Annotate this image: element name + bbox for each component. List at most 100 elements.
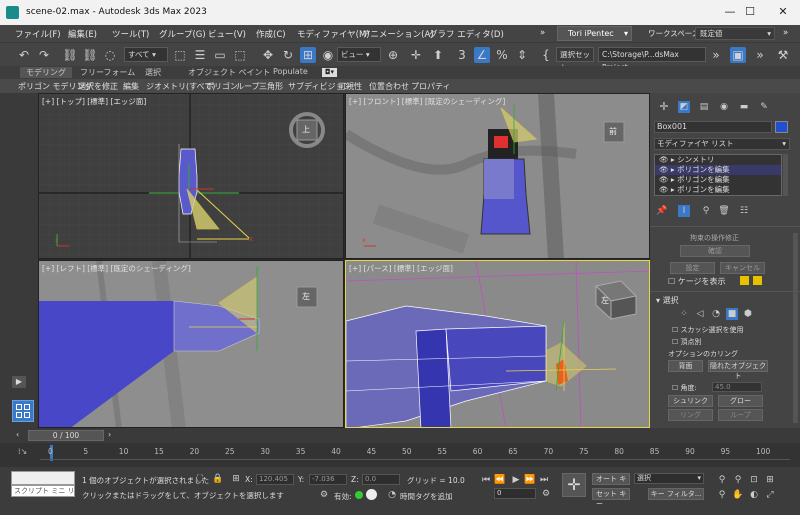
select-by-name-icon[interactable]: ☰ [192,47,208,63]
keyboard-shortcut-icon[interactable]: ⬆ [430,47,446,63]
viewport-top[interactable]: x x [+] [トップ] [標準] [エッジ面] 上 [38,93,344,259]
edit-named-selection-icon[interactable]: { [538,47,554,63]
shrink-button[interactable]: シュリンク [668,395,713,407]
save-icon[interactable]: ▣ [730,47,746,63]
user-account-dropdown[interactable]: Tori iPentec ▾ [557,26,632,41]
angle-input[interactable]: 45.0 [712,382,762,392]
viewcube-left-text[interactable]: 左 [302,291,310,302]
grow-button[interactable]: グロー [718,395,763,407]
wrench-icon[interactable]: ⚒ [775,47,791,63]
hidden-object-button[interactable]: 隠れたオブジェクト [708,360,768,380]
object-name-field[interactable]: Box001 [654,121,772,133]
select-object-icon[interactable]: ⬚ [172,47,188,63]
maximize-button[interactable]: ☐ [735,3,765,21]
pin-stack-icon[interactable]: 📌 [656,205,668,217]
ribbon-geometry-all[interactable]: ジオメトリ(すべて) [146,81,215,92]
viewcube-persp-text[interactable]: 左 [601,295,609,306]
stack-item[interactable]: 👁 ▸ ポリゴンを編集 [655,175,781,185]
workspace-dropdown[interactable]: 既定値 ▾ [695,27,775,40]
hierarchy-tab-icon[interactable]: ▤ [698,101,710,113]
play-icon[interactable]: ▶ [12,376,26,388]
selection-rollout-title[interactable]: ▾ 選択 [656,295,679,306]
orbit-icon[interactable]: ◐ [748,489,760,501]
named-selection-dropdown[interactable]: 選択セット [556,47,594,72]
undo-icon[interactable]: ↶ [16,47,32,63]
time-config-icon[interactable]: ⚙ [540,488,552,500]
x-coord-field[interactable]: 120.405 [256,474,294,485]
modify-tab-icon[interactable]: ◩ [678,101,690,113]
show-cage-checkbox[interactable]: ☐ ケージを表示 [668,276,726,287]
stack-item[interactable]: 👁 ▸ シンメトリ [655,155,781,165]
ignore-backface-checkbox[interactable]: ☐ 頂点別 [672,337,702,347]
ribbon-tab-selection[interactable]: 選択 [145,67,161,78]
rect-selection-icon[interactable]: ▭ [212,47,228,63]
maxscript-listener-input[interactable] [11,471,75,485]
vertex-mode-icon[interactable]: ⁘ [678,308,690,320]
scale-icon[interactable]: ⊞ [300,47,316,63]
redo-icon[interactable]: ↷ [36,47,52,63]
loop-button[interactable]: ループ [718,409,763,421]
rotate-icon[interactable]: ↻ [280,47,296,63]
motion-tab-icon[interactable]: ◉ [718,101,730,113]
place-icon[interactable]: ◉ [320,47,336,63]
angle-checkbox[interactable]: ☐ 角度: [672,383,697,393]
eye-icon[interactable]: 👁 [659,155,669,164]
time-slider-thumb[interactable]: 0 / 100 [28,430,104,441]
pivot-center-icon[interactable]: ⊕ [385,47,401,63]
ribbon-tab-modeling[interactable]: モデリング [20,67,72,78]
fov-icon[interactable]: ⚲ [716,489,728,501]
menu-overflow-icon[interactable]: » [783,28,788,38]
enabled-indicator-icon[interactable] [355,491,363,499]
ribbon-modify-selection[interactable]: 選択を修正 [78,81,118,92]
auto-key-button[interactable]: オート キー [592,473,630,493]
ring-button[interactable]: リング [668,409,713,421]
backface-button[interactable]: 背面 [668,360,703,372]
viewport-perspective[interactable]: [+] [パース] [標準] [エッジ面] 左 [345,260,650,428]
maximize-viewport-icon[interactable]: ⤢ [764,489,776,501]
viewport-left-label[interactable]: [+] [レフト] [標準] [既定のシェーディング] [42,263,191,274]
ribbon-loops[interactable]: ループ [236,81,260,92]
time-tag-icon[interactable]: ◔ [386,489,398,501]
pan-icon[interactable]: ✋ [732,489,744,501]
next-key-icon[interactable]: ⏩ [524,474,536,486]
add-time-tag-text[interactable]: 時間タグを追加 [400,491,453,502]
object-color-swatch[interactable] [775,121,788,133]
show-end-result-icon[interactable]: I [678,205,690,217]
ribbon-tab-freeform[interactable]: フリーフォーム [80,67,135,78]
go-to-start-icon[interactable]: ⏮ [480,474,492,486]
polygon-mode-icon[interactable]: ■ [726,308,738,320]
ribbon-tab-object-paint[interactable]: オブジェクト ペイント [188,67,271,78]
border-mode-icon[interactable]: ◔ [710,308,722,320]
time-slider[interactable]: ‹ 0 / 100 › [0,428,800,443]
menu-tools[interactable]: ツール(T) [112,28,149,40]
utilities-tab-icon[interactable]: ✎ [758,101,770,113]
ribbon-properties[interactable]: プロパティ [411,81,451,92]
eye-icon[interactable]: 👁 [659,185,669,194]
set-key-button[interactable]: セット キー [592,488,630,508]
viewport-front-label[interactable]: [+] [フロント] [標準] [既定のシェーディング] [349,96,505,107]
curve-editor-icon[interactable]: ⁞↘ [18,447,27,456]
viewcube-front-text[interactable]: 前 [609,126,617,137]
eye-icon[interactable]: 👁 [659,175,669,184]
settings-button[interactable]: 設定 [670,262,715,274]
ribbon-polygons[interactable]: ポリゴン [206,81,238,92]
eye-icon[interactable]: 👁 [659,165,669,174]
ribbon-toggle-icon[interactable]: ◘▾ [322,68,338,77]
cancel-button[interactable]: キャンセル [720,262,765,274]
maxscript-mini-listener[interactable]: スクリプト ミニ リス [11,485,75,497]
remove-modifier-icon[interactable]: 🗑 [718,205,730,217]
bind-space-warp-icon[interactable]: ◌ [102,47,118,63]
next-frame-icon[interactable]: › [108,430,111,439]
ribbon-edit[interactable]: 編集 [123,81,139,92]
modifier-list-dropdown[interactable]: モディファイヤ リスト ▾ [654,138,790,150]
selection-filter-dropdown[interactable]: すべて ▾ [124,47,168,62]
menu-more[interactable]: » [540,28,545,38]
zoom-icon[interactable]: ⚲ [716,474,728,486]
confirm-button[interactable]: 確認 [680,245,750,257]
toolbar-more-icon[interactable]: » [752,47,768,63]
edge-mode-icon[interactable]: ◁ [694,308,706,320]
menu-modifiers[interactable]: モディファイヤ(M) [297,28,370,40]
menu-graph-editors[interactable]: グラフ エディタ(D) [429,28,504,40]
go-to-end-icon[interactable]: ⏭ [538,474,550,486]
viewport-front[interactable]: x [+] [フロント] [標準] [既定のシェーディング] 前 [345,93,650,259]
